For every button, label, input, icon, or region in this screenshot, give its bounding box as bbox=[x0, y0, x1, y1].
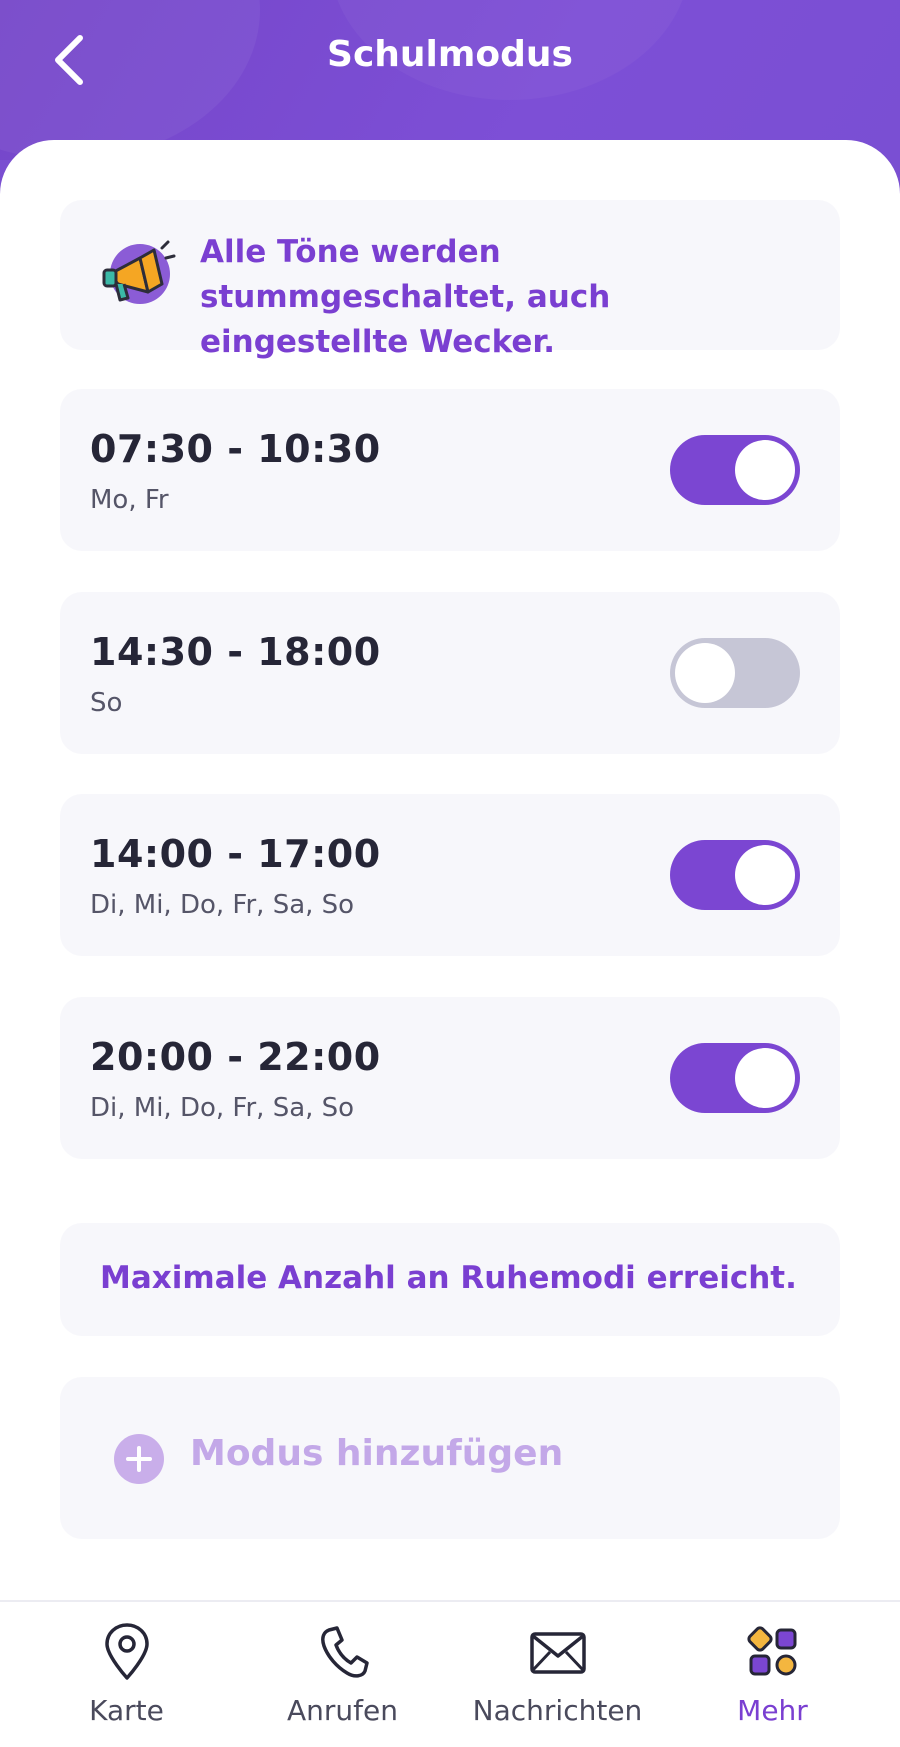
mode-time: 14:30 - 18:00 bbox=[90, 630, 381, 674]
nav-item-mehr[interactable]: Mehr bbox=[660, 1602, 885, 1747]
max-modes-notice: Maximale Anzahl an Ruhemodi erreicht. bbox=[60, 1223, 840, 1336]
mode-days: Mo, Fr bbox=[90, 485, 169, 515]
toggle-knob bbox=[735, 1048, 795, 1108]
phone-icon bbox=[320, 1626, 369, 1678]
nav-label: Nachrichten bbox=[472, 1694, 643, 1727]
plus-circle-icon bbox=[114, 1434, 164, 1484]
header-decoration bbox=[0, 0, 260, 160]
mode-card[interactable]: 14:00 - 17:00 Di, Mi, Do, Fr, Sa, So bbox=[60, 794, 840, 956]
info-text: Alle Töne werden stummgeschaltet, auch e… bbox=[200, 234, 611, 360]
header: Schulmodus bbox=[0, 0, 900, 160]
megaphone-icon bbox=[102, 240, 176, 304]
nav-label: Anrufen bbox=[287, 1694, 398, 1727]
mode-card[interactable]: 07:30 - 10:30 Mo, Fr bbox=[60, 389, 840, 551]
mode-time: 20:00 - 22:00 bbox=[90, 1035, 381, 1079]
mode-days: So bbox=[90, 688, 123, 718]
apps-grid-icon bbox=[746, 1626, 796, 1676]
add-mode-label: Modus hinzufügen bbox=[190, 1433, 564, 1474]
nav-item-anrufen[interactable]: Anrufen bbox=[230, 1602, 455, 1747]
mode-days: Di, Mi, Do, Fr, Sa, So bbox=[90, 890, 355, 920]
bottom-nav: Karte Anrufen Nachrichten Mehr bbox=[0, 1600, 900, 1747]
max-notice-text: Maximale Anzahl an Ruhemodi erreicht. bbox=[100, 1260, 797, 1296]
nav-item-karte[interactable]: Karte bbox=[14, 1602, 239, 1747]
mode-card[interactable]: 20:00 - 22:00 Di, Mi, Do, Fr, Sa, So bbox=[60, 997, 840, 1159]
toggle-knob bbox=[735, 440, 795, 500]
toggle-knob bbox=[735, 845, 795, 905]
page-title: Schulmodus bbox=[327, 34, 573, 75]
nav-item-nachrichten[interactable]: Nachrichten bbox=[445, 1602, 670, 1747]
mode-toggle[interactable] bbox=[670, 638, 800, 708]
add-mode-button[interactable]: Modus hinzufügen bbox=[60, 1377, 840, 1539]
mode-days: Di, Mi, Do, Fr, Sa, So bbox=[90, 1093, 355, 1123]
mode-time: 14:00 - 17:00 bbox=[90, 832, 381, 876]
mode-toggle[interactable] bbox=[670, 1043, 800, 1113]
envelope-icon bbox=[529, 1632, 586, 1674]
nav-label: Mehr bbox=[737, 1694, 808, 1727]
mode-toggle[interactable] bbox=[670, 840, 800, 910]
nav-label: Karte bbox=[89, 1694, 164, 1727]
map-pin-icon bbox=[104, 1623, 149, 1680]
mode-time: 07:30 - 10:30 bbox=[90, 427, 381, 471]
mode-toggle[interactable] bbox=[670, 435, 800, 505]
info-banner: Alle Töne werden stummgeschaltet, auch e… bbox=[60, 200, 840, 360]
toggle-knob bbox=[675, 643, 735, 703]
mode-card[interactable]: 14:30 - 18:00 So bbox=[60, 592, 840, 754]
